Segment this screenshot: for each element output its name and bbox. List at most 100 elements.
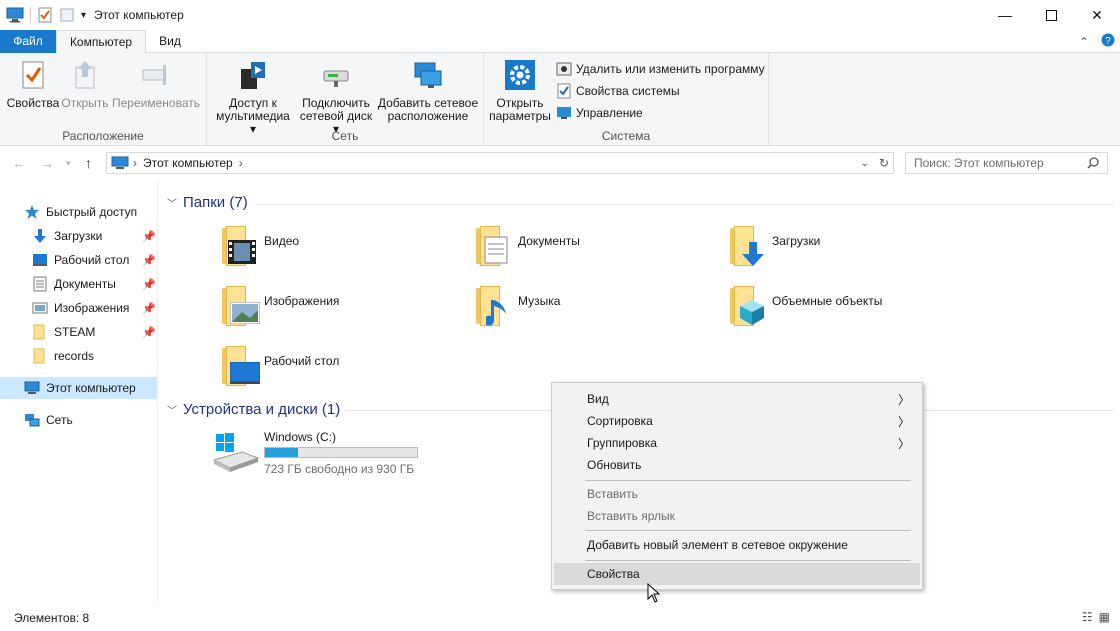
help-icon[interactable]: ?: [1096, 33, 1120, 50]
folder-3d-objects[interactable]: Объемные объекты: [726, 284, 882, 328]
window-title: Этот компьютер: [94, 8, 184, 22]
uninstall-program-button[interactable]: Удалить или изменить программу: [556, 59, 765, 79]
breadcrumb-separator-icon: ›: [133, 156, 137, 170]
computer-icon: [24, 381, 40, 394]
open-settings-button[interactable]: Открыть параметры: [488, 59, 552, 123]
drive-c[interactable]: Windows (C:) 723 ГБ свободно из 930 ГБ: [212, 430, 418, 476]
folder-pictures[interactable]: Изображения: [218, 284, 339, 328]
group-location: Свойства Открыть Переименовать Расположе…: [0, 53, 207, 146]
properties-icon: [22, 61, 44, 89]
document-icon: [33, 276, 47, 292]
address-dropdown-icon[interactable]: ⌄: [861, 158, 869, 169]
devices-section-header[interactable]: ﹀ Устройства и диски (1): [167, 401, 340, 418]
drive-usage-bar: [264, 447, 418, 458]
sidebar-item-steam[interactable]: STEAM: [32, 321, 158, 343]
submenu-arrow-icon: 〉: [897, 436, 910, 451]
divider: [256, 204, 1114, 205]
folder-music[interactable]: Музыка: [472, 284, 560, 328]
tab-computer[interactable]: Компьютер: [56, 30, 146, 54]
forward-arrow-icon[interactable]: →: [40, 155, 54, 171]
ribbon: Свойства Открыть Переименовать Расположе…: [0, 53, 1120, 146]
view-switcher: ☷ ▦: [1082, 610, 1110, 624]
tab-view[interactable]: Вид: [150, 30, 190, 53]
menu-item-refresh[interactable]: Обновить: [554, 454, 920, 476]
sidebar-item-documents[interactable]: Документы: [32, 273, 158, 295]
sidebar-item-pictures[interactable]: Изображения: [32, 297, 158, 319]
submenu-arrow-icon: 〉: [897, 392, 910, 407]
minimize-button[interactable]: —: [982, 0, 1028, 30]
folder-desktop[interactable]: Рабочий стол: [218, 344, 339, 388]
rename-button[interactable]: Переименовать: [112, 59, 200, 110]
properties-check-icon[interactable]: [37, 7, 53, 23]
system-properties-button[interactable]: Свойства системы: [556, 81, 680, 101]
svg-text:?: ?: [1105, 36, 1111, 47]
group-network: Доступ к мультимедиа ▾ Подключить сетево…: [207, 53, 484, 146]
group-location-label: Расположение: [62, 129, 144, 143]
sidebar-item-desktop[interactable]: Рабочий стол: [32, 249, 158, 271]
manage-button[interactable]: Управление: [556, 103, 643, 123]
pictures-icon: [32, 302, 48, 314]
refresh-icon[interactable]: ↻: [879, 156, 889, 170]
status-bar: Элементов: 8: [0, 605, 1120, 631]
menu-separator: [585, 480, 911, 481]
menu-item-group[interactable]: Группировка 〉: [554, 432, 920, 454]
folder-icon: [33, 348, 45, 364]
large-icons-view-icon[interactable]: ▦: [1099, 610, 1110, 624]
details-view-icon[interactable]: ☷: [1082, 610, 1093, 624]
new-folder-icon[interactable]: [59, 7, 75, 23]
breadcrumb-chevron-icon[interactable]: ›: [239, 156, 243, 170]
folders-section-header[interactable]: ﹀ Папки (7): [167, 194, 248, 211]
media-access-button[interactable]: Доступ к мультимедиа ▾: [213, 59, 293, 136]
open-button[interactable]: Открыть: [60, 59, 110, 110]
context-menu: Вид 〉 Сортировка 〉 Группировка 〉 Обновить В…: [551, 382, 923, 590]
sidebar-item-this-pc[interactable]: Этот компьютер: [0, 377, 157, 399]
search-placeholder: Поиск: Этот компьютер: [914, 156, 1044, 170]
sidebar-item-network[interactable]: Сеть: [24, 409, 158, 431]
title-bar: ▾ Этот компьютер — ✕: [0, 0, 1120, 30]
folder-downloads[interactable]: Загрузки: [726, 224, 820, 268]
menu-item-paste-shortcut[interactable]: Вставить ярлык: [554, 505, 920, 527]
pin-icon: 📌: [142, 255, 156, 267]
network-drive-icon: [323, 70, 349, 87]
drive-usage-fill: [265, 448, 299, 457]
menu-item-properties[interactable]: Свойства: [554, 563, 920, 585]
recent-locations-chevron-icon[interactable]: ▾: [66, 158, 71, 169]
documents-folder-icon: [472, 224, 516, 268]
video-folder-icon: [218, 224, 262, 268]
search-input[interactable]: Поиск: Этот компьютер: [905, 152, 1108, 174]
windows-drive-icon: [212, 430, 260, 474]
folder-documents[interactable]: Документы: [472, 224, 580, 268]
settings-gear-icon: [505, 60, 535, 90]
download-arrow-icon: [34, 229, 46, 243]
collapse-chevron-icon[interactable]: ﹀: [167, 402, 177, 417]
sidebar-item-records[interactable]: records: [32, 345, 158, 367]
menu-item-paste[interactable]: Вставить: [554, 483, 920, 505]
collapse-chevron-icon[interactable]: ﹀: [167, 195, 177, 210]
desktop-icon: [33, 254, 47, 266]
item-count: Элементов: 8: [14, 611, 90, 625]
menu-item-add-network-location[interactable]: Добавить новый элемент в сетевое окружен…: [554, 534, 920, 556]
menu-item-view[interactable]: Вид 〉: [554, 388, 920, 410]
close-button[interactable]: ✕: [1074, 0, 1120, 30]
tab-file[interactable]: Файл: [0, 30, 56, 53]
drive-free-space: 723 ГБ свободно из 930 ГБ: [264, 462, 415, 476]
maximize-button[interactable]: [1028, 0, 1074, 30]
menu-item-sort[interactable]: Сортировка 〉: [554, 410, 920, 432]
properties-button[interactable]: Свойства: [6, 59, 60, 110]
rename-icon: [142, 65, 166, 85]
up-arrow-icon[interactable]: ↑: [85, 155, 92, 171]
address-bar[interactable]: › Этот компьютер › ⌄ ↻: [106, 152, 894, 174]
sidebar-item-downloads[interactable]: Загрузки: [32, 225, 158, 247]
mouse-cursor-icon: [647, 583, 661, 603]
customize-qa-dropdown-icon[interactable]: ▾: [81, 10, 86, 21]
sidebar-item-quick-access[interactable]: Быстрый доступ: [24, 201, 158, 223]
add-network-location-button[interactable]: Добавить сетевое расположение: [377, 59, 479, 123]
breadcrumb-this-pc[interactable]: Этот компьютер: [143, 156, 233, 170]
open-icon: [75, 61, 95, 89]
folder-videos[interactable]: Видео: [218, 224, 299, 268]
collapse-ribbon-icon[interactable]: ⌃: [1072, 35, 1096, 49]
map-network-drive-button[interactable]: Подключить сетевой диск ▾: [297, 59, 375, 136]
back-arrow-icon[interactable]: ←: [12, 155, 26, 171]
drive-name: Windows (C:): [264, 430, 337, 444]
music-folder-icon: [472, 284, 516, 328]
